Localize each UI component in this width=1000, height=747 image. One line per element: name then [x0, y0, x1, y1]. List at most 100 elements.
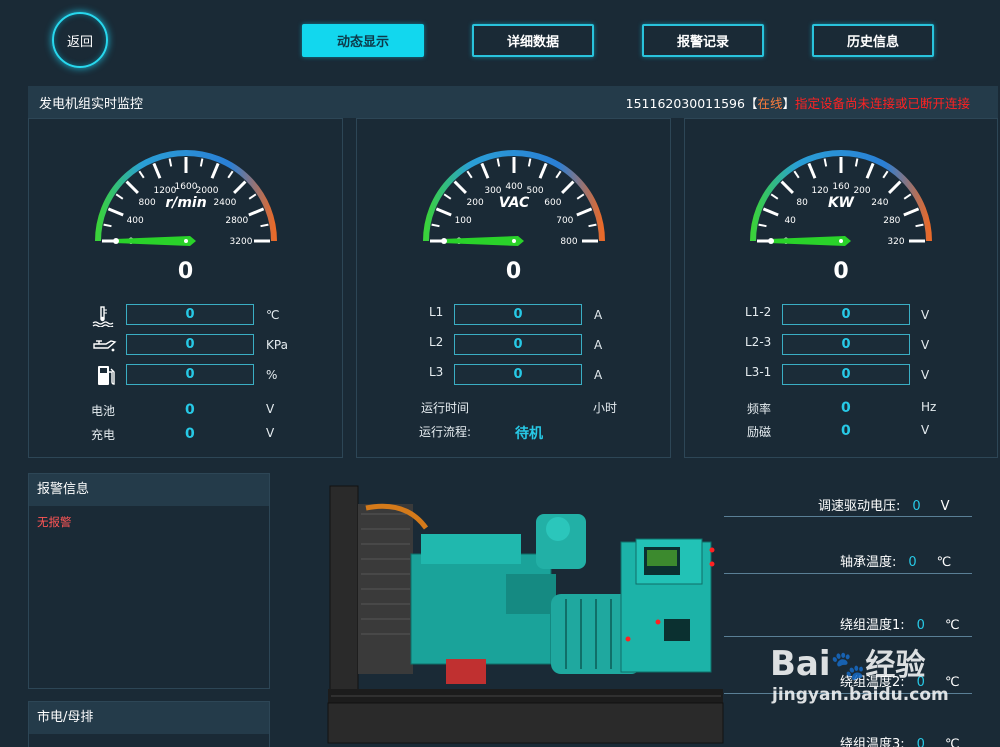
runtime-label: 运行时间 [421, 401, 470, 415]
alarm-panel: 报警信息 无报警 [28, 473, 270, 689]
mains-panel: 市电/母排 [28, 701, 270, 747]
l3-current-field: 0 [454, 364, 582, 385]
gauge-tick-label: 80 [796, 198, 808, 208]
frequency-value: 0 [841, 400, 851, 416]
status-open-bracket: 【 [744, 95, 758, 111]
l1-2-voltage-field: 0 [782, 304, 910, 325]
gauge-needle-tip [839, 239, 843, 243]
connection-warning: 指定设备尚未连接或已断开连接 [794, 95, 970, 111]
winding-temp-1-label: 绕组温度1: [840, 618, 905, 633]
l2-3-label: L2-3 [745, 335, 772, 349]
gauge-tick [125, 180, 139, 194]
charge-label: 充电 [91, 428, 116, 442]
fuel-level-unit: % [266, 368, 278, 382]
voltage-gauge: 0100200300400500600700800VAC [422, 150, 605, 247]
gauge-tick-label: 100 [454, 216, 471, 226]
winding-temp-1-reading: 绕组温度1: 0 ℃ [840, 614, 960, 633]
connector-line [724, 573, 972, 574]
gauge-needle-hub [440, 238, 447, 244]
page-title: 发电机组实时监控 [39, 96, 144, 112]
gauge-tick [232, 180, 246, 194]
gauge-tick [762, 207, 779, 217]
gauge-tick-label: 320 [887, 237, 904, 247]
runtime-unit: 小时 [593, 401, 618, 415]
gauge-needle [441, 236, 524, 246]
gauge-tick [168, 158, 172, 167]
excitation-value: 0 [841, 423, 851, 439]
oil-pressure-field: 0 [126, 334, 254, 355]
status-close-bracket: 】 [782, 95, 795, 111]
frequency-label: 频率 [747, 402, 772, 416]
tab-history-info[interactable]: 历史信息 [812, 24, 934, 57]
gauge-tick [882, 170, 889, 179]
connector-line [724, 636, 972, 637]
gauge-tick [888, 180, 902, 194]
excitation-unit: V [921, 423, 930, 437]
gauge-tick [107, 207, 124, 217]
l1-2-label: L1-2 [745, 305, 772, 319]
gauge-tick [770, 193, 779, 200]
tab-detailed-data[interactable]: 详细数据 [472, 24, 594, 57]
gauge-tick [903, 207, 920, 217]
gauge-tick-label: 800 [138, 198, 155, 208]
connector-line [724, 516, 972, 517]
oil-pressure-icon [91, 336, 117, 358]
voltage-value: 0 [505, 259, 522, 284]
gauge-tick [102, 223, 112, 228]
gauge-tick [210, 162, 220, 179]
winding-temp-1-unit: ℃ [944, 618, 960, 633]
l2-current-field: 0 [454, 334, 582, 355]
gauge-tick-label: 800 [560, 237, 577, 247]
governor-voltage-value: 0 [912, 499, 921, 514]
bearing-temp-reading: 轴承温度: 0 ℃ [840, 551, 951, 570]
gauge-tick-label: 2800 [225, 216, 248, 226]
coolant-temperature-icon [91, 305, 117, 328]
governor-voltage-reading: 调速驱动电压: 0 V [818, 495, 950, 514]
tab-alarm-records[interactable]: 报警记录 [642, 24, 764, 57]
winding-temp-3-unit: ℃ [944, 737, 960, 747]
l3-1-label: L3-1 [745, 365, 772, 379]
gauge-needle [113, 236, 196, 246]
oil-pressure-unit: KPa [266, 338, 288, 352]
l1-unit: A [594, 308, 603, 322]
gauge-tick [466, 170, 473, 179]
watermark-url: jingyan.baidu.com [772, 685, 949, 705]
l3-label: L3 [429, 365, 444, 379]
gauge-tick [443, 193, 451, 200]
bearing-temp-label: 轴承温度: [840, 555, 897, 570]
battery-value: 0 [185, 402, 195, 418]
gauge-tick-label: 120 [811, 186, 828, 196]
gauge-tick-label: 240 [871, 198, 888, 208]
gauge-needle-hub [768, 238, 774, 244]
gauge-tick [226, 170, 233, 179]
gauge-needle-hub [112, 238, 119, 244]
gauge-tick [807, 162, 817, 179]
alarm-panel-title: 报警信息 [29, 474, 269, 506]
rpm-gauge: 0400800120016002000240028003200r/min [94, 150, 277, 247]
gauge-needle-tip [511, 239, 516, 243]
l1-2-unit: V [921, 308, 930, 322]
charge-unit: V [266, 426, 275, 440]
tab-dynamic-display[interactable]: 动态显示 [302, 24, 424, 57]
gauge-needle-tip [183, 239, 188, 243]
gauge-tick [793, 170, 800, 179]
back-button[interactable]: 返回 [52, 12, 108, 68]
gauge-tick-label: 600 [544, 198, 561, 208]
charge-value: 0 [185, 426, 195, 442]
gauge-tick [758, 223, 767, 228]
winding-temp-1-value: 0 [916, 618, 925, 633]
gauge-tick [554, 170, 561, 179]
coolant-temp-field: 0 [126, 304, 254, 325]
gauge-tick-label: 40 [784, 216, 796, 226]
winding-temp-3-label: 绕组温度3: [840, 737, 905, 747]
l3-1-unit: V [921, 368, 930, 382]
gauge-tick-label: 280 [883, 216, 900, 226]
gauge-tick-label: 200 [853, 186, 870, 196]
gauge-tick-label: 3200 [229, 237, 252, 247]
gauge-tick-label: 400 [505, 182, 522, 192]
rpm-value: 0 [177, 259, 194, 284]
gauge-tick [151, 162, 161, 179]
monitor-header: 发电机组实时监控 151162030011596【在线】指定设备尚未连接或已断开… [28, 86, 998, 118]
bearing-temp-unit: ℃ [936, 555, 952, 570]
paw-icon: 🐾 [830, 649, 866, 682]
